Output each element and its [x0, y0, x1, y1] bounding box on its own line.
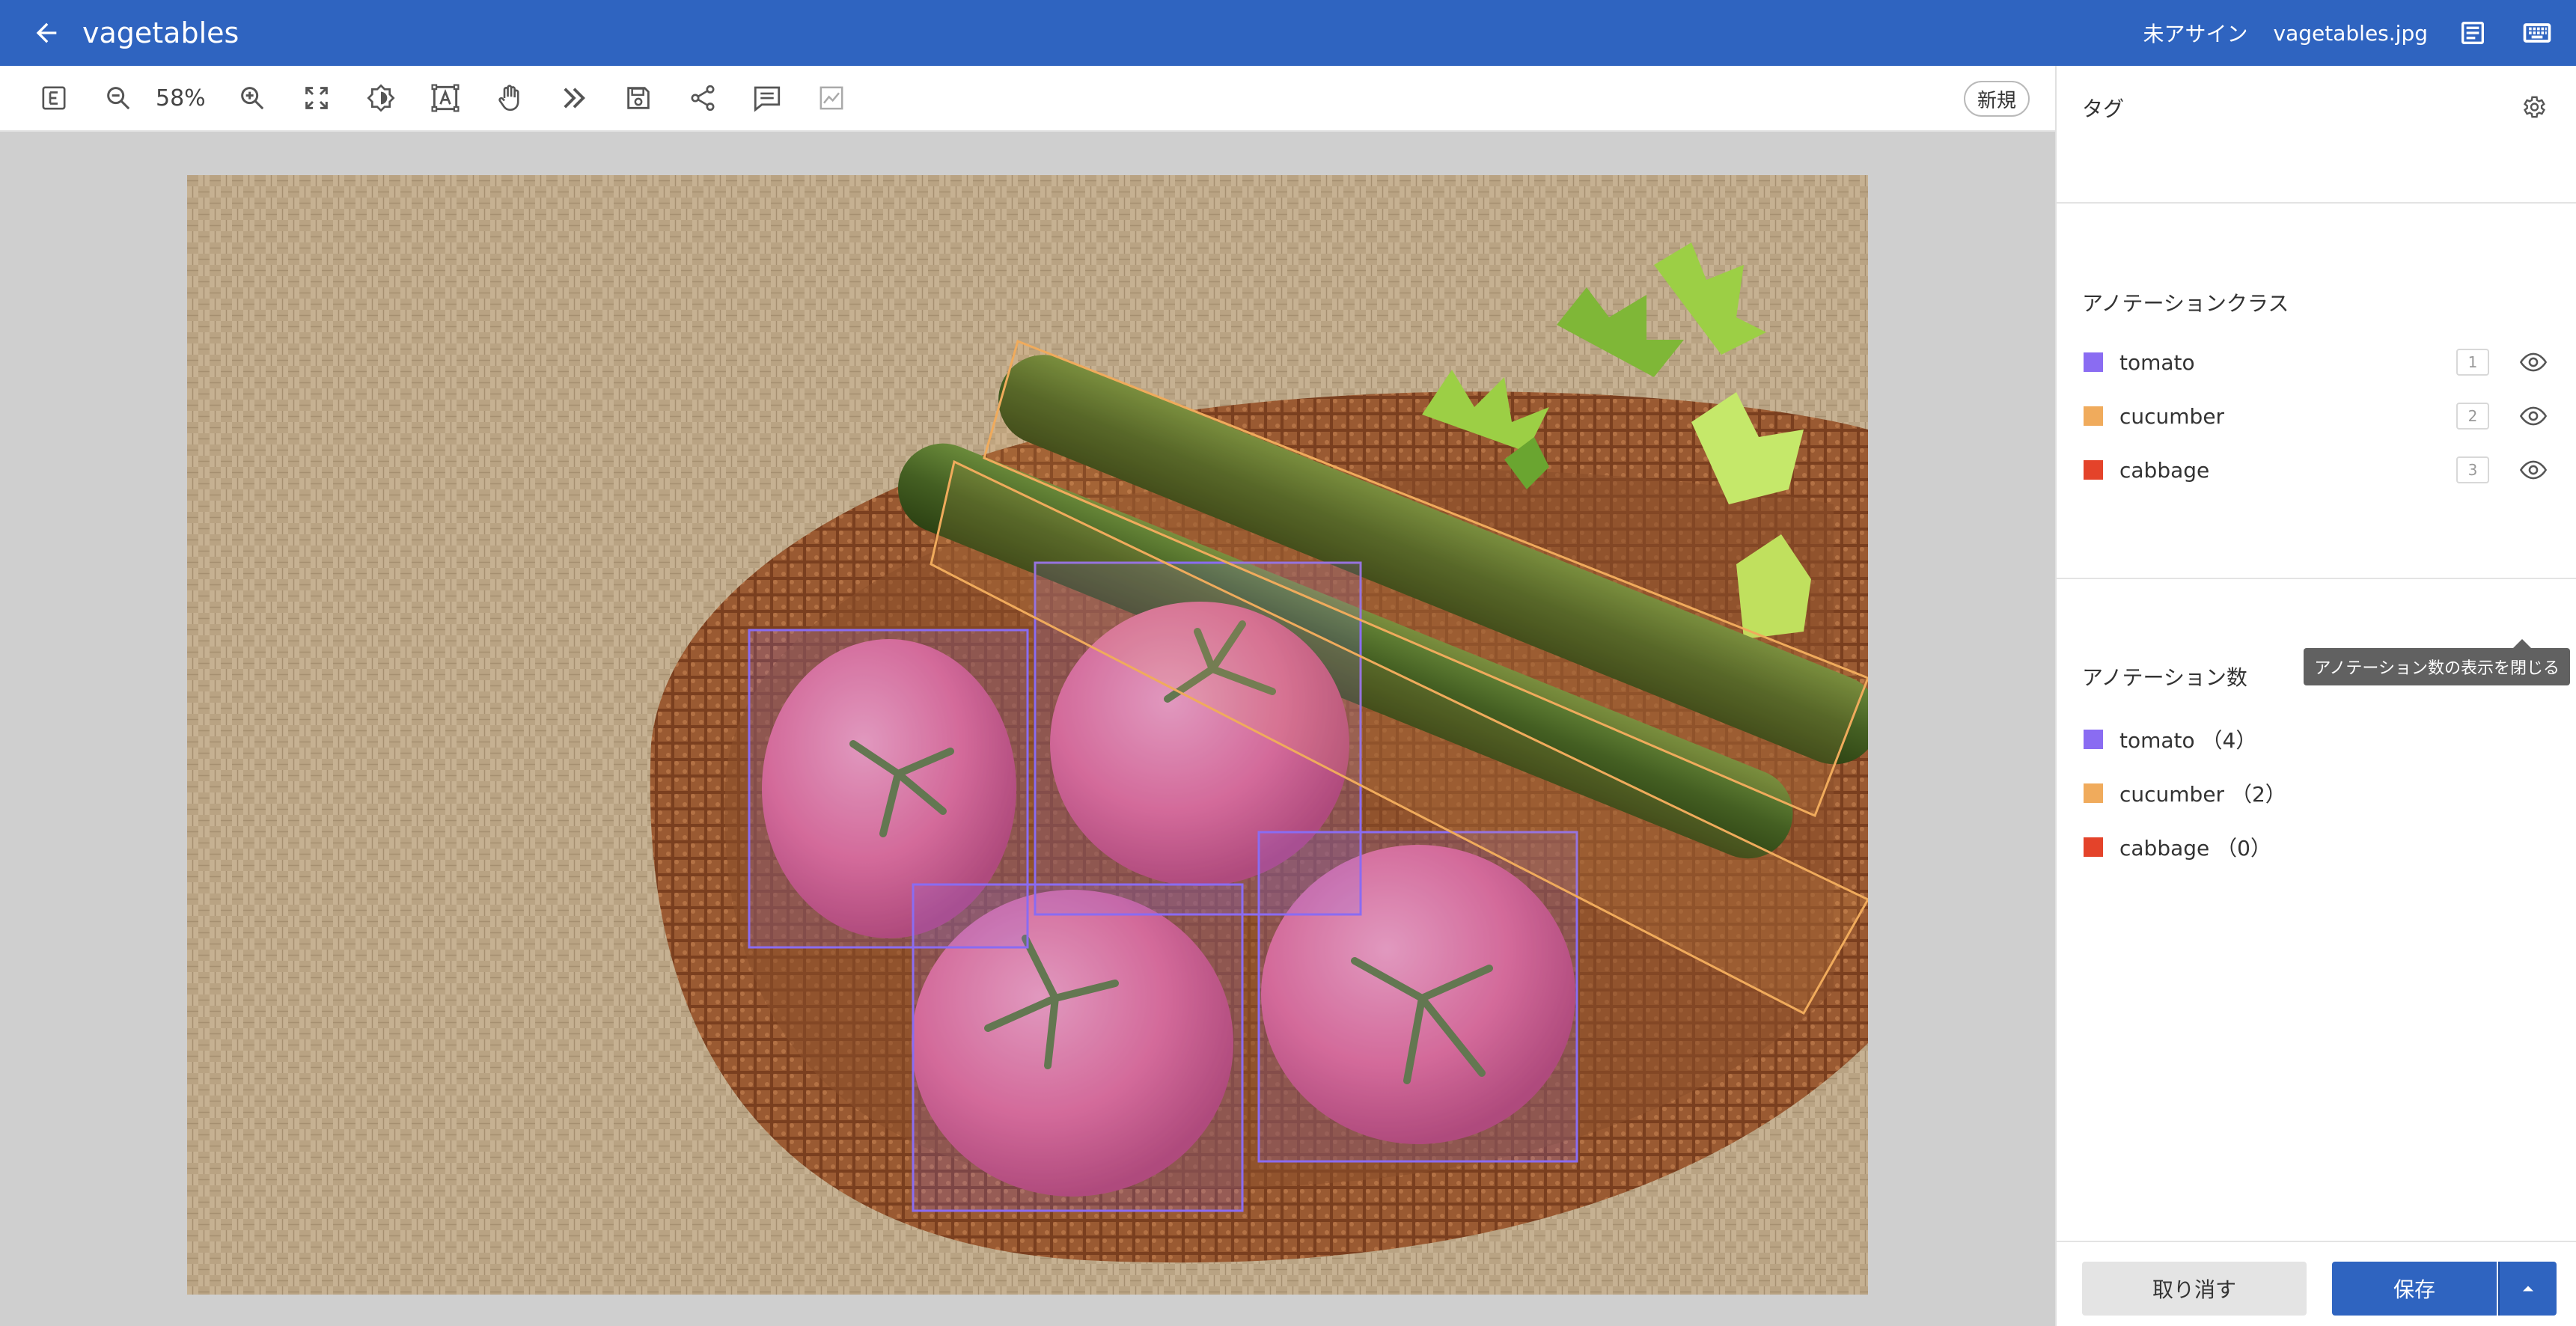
zoom-out-icon[interactable] — [94, 74, 142, 122]
fit-screen-icon[interactable] — [293, 74, 341, 122]
save-icon[interactable] — [614, 74, 662, 122]
file-name: vagetables.jpg — [2273, 20, 2428, 46]
annotated-image[interactable] — [187, 175, 1868, 1295]
cancel-button[interactable]: 取り消す — [2082, 1262, 2307, 1316]
caret-up-icon — [2523, 1286, 2533, 1292]
side-panel: タグ アノテーションクラス tomato 1 cucumber 2 cabbag… — [2055, 66, 2576, 1326]
status-badge: 新規 — [1963, 81, 2030, 117]
count-label: tomato （4） — [2119, 728, 2257, 753]
keyboard-icon[interactable] — [2518, 13, 2557, 52]
editor-toolbar: 58% 新規 — [0, 66, 2055, 132]
hotkey-badge: 1 — [2456, 349, 2489, 376]
comment-icon[interactable] — [743, 74, 791, 122]
color-swatch — [2084, 352, 2103, 372]
hotkey-badge: 2 — [2456, 403, 2489, 430]
color-swatch — [2084, 730, 2103, 749]
color-swatch — [2084, 406, 2103, 426]
hand-pan-icon[interactable] — [486, 74, 534, 122]
project-title: vagetables — [82, 16, 239, 49]
text-box-icon[interactable] — [421, 74, 469, 122]
annotation-canvas[interactable] — [0, 132, 2055, 1326]
save-options-button[interactable] — [2498, 1262, 2557, 1316]
annotation-class-title: アノテーションクラス — [2082, 291, 2289, 316]
eye-icon[interactable] — [2515, 343, 2552, 381]
app-header: vagetables 未アサイン vagetables.jpg — [0, 0, 2576, 66]
class-name: cabbage — [2119, 457, 2210, 483]
save-button[interactable]: 保存 — [2332, 1262, 2497, 1316]
class-name: cucumber — [2119, 403, 2225, 429]
close-tooltip: アノテーション数の表示を閉じる — [2304, 639, 2570, 685]
eye-icon[interactable] — [2515, 397, 2552, 435]
arrow-back-icon — [36, 22, 57, 43]
gear-icon[interactable] — [2515, 88, 2552, 126]
class-row-cucumber[interactable]: cucumber 2 — [2084, 394, 2552, 439]
class-row-tomato[interactable]: tomato 1 — [2084, 340, 2552, 385]
class-name: tomato — [2119, 349, 2195, 375]
color-swatch — [2084, 460, 2103, 480]
zoom-level: 58% — [156, 85, 206, 111]
eye-icon[interactable] — [2515, 451, 2552, 489]
annotation-class-section: アノテーションクラス tomato 1 cucumber 2 cabbage 3 — [2057, 204, 2576, 579]
chart-icon[interactable] — [808, 74, 855, 122]
brightness-icon[interactable] — [357, 74, 405, 122]
tag-section: タグ — [2057, 66, 2576, 204]
tag-title: タグ — [2082, 97, 2125, 121]
e-tool-icon[interactable] — [30, 74, 78, 122]
hotkey-badge: 3 — [2456, 456, 2489, 483]
color-swatch — [2084, 837, 2103, 857]
class-row-cabbage[interactable]: cabbage 3 — [2084, 447, 2552, 492]
count-label: cucumber （2） — [2119, 782, 2286, 807]
share-icon[interactable] — [679, 74, 727, 122]
back-button[interactable] — [22, 9, 70, 57]
next-icon[interactable] — [550, 74, 598, 122]
count-row-tomato: tomato （4） — [2084, 717, 2552, 762]
panel-footer: 取り消す 保存 — [2057, 1241, 2576, 1326]
count-row-cabbage: cabbage （0） — [2084, 825, 2552, 870]
count-label: cabbage （0） — [2119, 836, 2271, 861]
zoom-in-icon[interactable] — [228, 74, 276, 122]
annotation-count-title: アノテーション数 — [2082, 665, 2247, 690]
color-swatch — [2084, 783, 2103, 803]
count-row-cucumber: cucumber （2） — [2084, 771, 2552, 816]
assignee-status[interactable]: 未アサイン — [2143, 18, 2248, 48]
document-list-icon[interactable] — [2453, 13, 2492, 52]
